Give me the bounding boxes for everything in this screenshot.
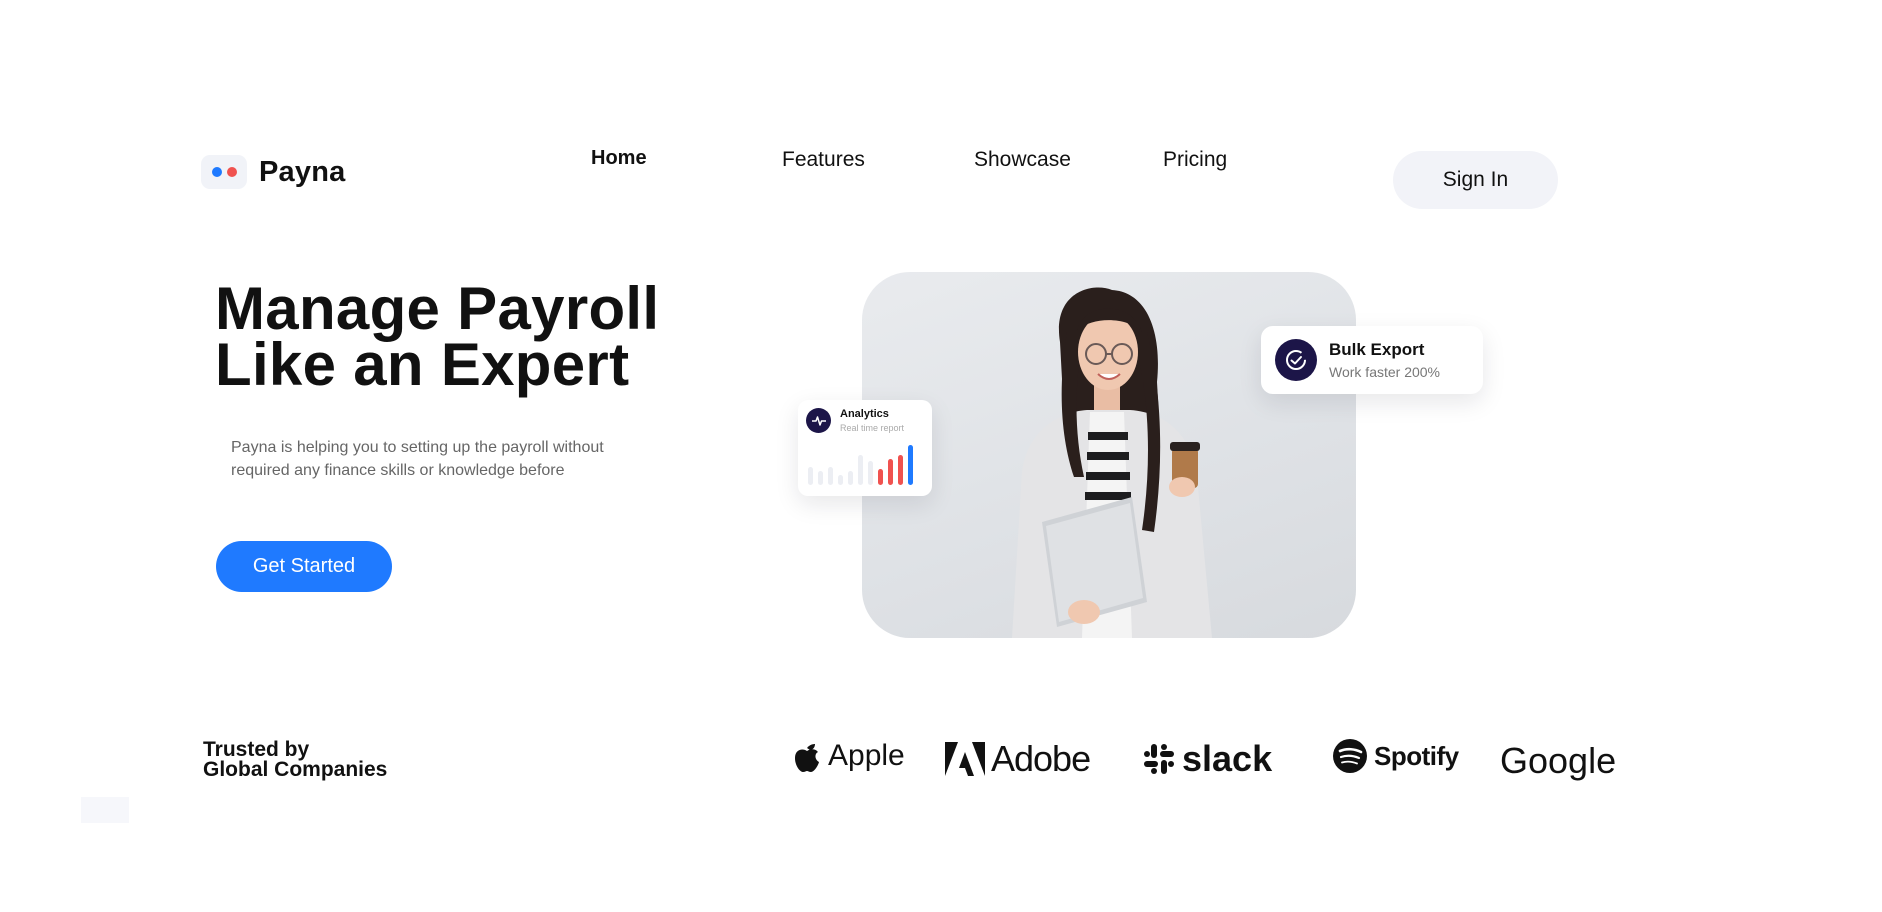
sign-in-button[interactable]: Sign In [1393, 151, 1558, 209]
analytics-bar [898, 455, 903, 485]
analytics-bar [828, 467, 833, 485]
adobe-logo: Adobe [945, 738, 1091, 780]
bulk-export-title: Bulk Export [1329, 340, 1425, 359]
slack-icon [1144, 744, 1174, 774]
brand-name: Payna [259, 155, 346, 188]
spotify-label: Spotify [1374, 740, 1459, 771]
slack-label: slack [1182, 738, 1273, 779]
analytics-card: Analytics Real time report [798, 400, 932, 496]
brand-logo[interactable]: Payna [201, 155, 345, 189]
apple-logo: Apple [792, 738, 905, 774]
analytics-bar [838, 475, 843, 485]
hero-subtitle: Payna is helping you to setting up the p… [231, 436, 671, 482]
get-started-button[interactable]: Get Started [216, 541, 392, 592]
adobe-icon [945, 742, 985, 776]
logo-dot-red [226, 167, 237, 177]
nav-home[interactable]: Home [591, 147, 647, 170]
analytics-bar [858, 455, 863, 485]
logo-mark-icon [201, 155, 247, 189]
spotify-icon [1333, 739, 1367, 773]
analytics-subtitle: Real time report [840, 423, 905, 433]
google-logo: Google [1500, 740, 1616, 782]
slack-logo: slack [1142, 738, 1272, 780]
logo-dot-blue [211, 167, 222, 177]
analytics-bar [878, 469, 883, 485]
analytics-bar [908, 445, 913, 485]
analytics-bar [818, 471, 823, 485]
analytics-bar [888, 459, 893, 485]
trusted-line-2: Global Companies [203, 758, 388, 781]
bulk-export-card: Bulk Export Work faster 200% [1261, 326, 1483, 394]
trusted-heading: Trusted by Global Companies [203, 739, 388, 781]
headline-line-2: Like an Expert [215, 331, 630, 398]
floating-widget-placeholder[interactable] [81, 797, 129, 823]
apple-label: Apple [828, 739, 905, 772]
subtitle-line-2: required any finance skills or knowledge… [231, 462, 565, 479]
analytics-bar [868, 461, 873, 485]
nav-showcase[interactable]: Showcase [974, 148, 1071, 172]
subtitle-line-1: Payna is helping you to setting up the p… [231, 439, 604, 456]
adobe-label: Adobe [991, 738, 1091, 779]
analytics-bar [808, 467, 813, 485]
apple-icon [795, 744, 819, 772]
google-label: Google [1500, 740, 1617, 781]
pulse-icon [806, 408, 831, 433]
nav-features[interactable]: Features [782, 148, 865, 172]
nav-pricing[interactable]: Pricing [1163, 148, 1227, 172]
spotify-logo: Spotify [1332, 738, 1459, 774]
hero-headline: Manage Payroll Like an Expert [215, 279, 659, 395]
bulk-export-subtitle: Work faster 200% [1329, 364, 1441, 380]
analytics-title: Analytics [840, 408, 889, 420]
check-circle-icon [1275, 339, 1317, 381]
analytics-bar [848, 471, 853, 485]
